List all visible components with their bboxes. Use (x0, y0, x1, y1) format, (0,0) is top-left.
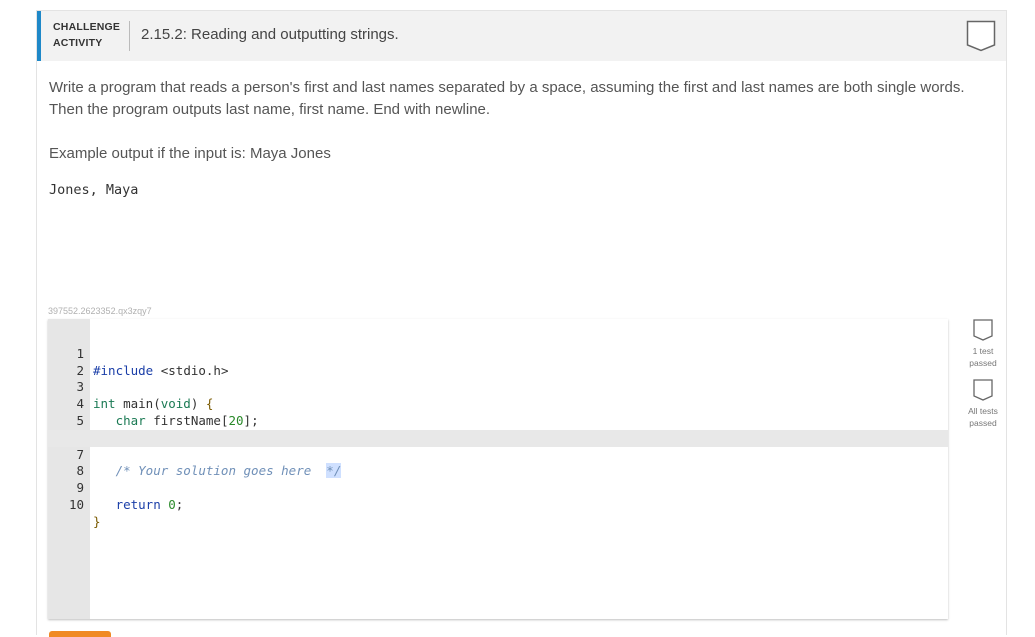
all-tests-status-label: All tests (968, 406, 998, 416)
test-status-panel: 1 test passed All tests passed (961, 319, 1005, 439)
line-number: 10 (68, 496, 84, 512)
code-line-active[interactable]: 7 /* Your solution goes here */ (48, 429, 948, 479)
code-lines[interactable]: 1 #include <stdio.h> 2 3 int main(void) … (48, 329, 948, 529)
code-id: 397552.2623352.qx3zqy7 (48, 306, 152, 316)
test-status-label: 1 test (972, 346, 994, 356)
code-line[interactable]: 8 (48, 447, 948, 478)
code-line[interactable]: 1 #include <stdio.h> (48, 329, 948, 378)
example-label: Example output if the input is: Maya Jon… (49, 145, 331, 162)
test-status-icon (973, 319, 993, 341)
example-output: Jones, Maya (49, 182, 139, 198)
activity-header: CHALLENGE ACTIVITY 2.15.2: Reading and o… (37, 11, 1006, 61)
code-line[interactable]: 9 return 0; (48, 463, 948, 512)
code-line[interactable]: 3 int main(void) { (48, 363, 948, 411)
code-line[interactable]: 2 (48, 346, 948, 378)
code-text[interactable]: } (93, 514, 101, 531)
code-line[interactable]: 4 char firstName[20]; (48, 379, 948, 428)
code-line[interactable]: 10 } (48, 480, 948, 529)
all-tests-status-item: All tests passed (961, 379, 1005, 429)
test-status-label: passed (969, 358, 997, 368)
test-status-item: 1 test passed (961, 319, 1005, 369)
challenge-activity: CHALLENGE ACTIVITY 2.15.2: Reading and o… (36, 10, 1007, 637)
activity-type-badge: CHALLENGE ACTIVITY (53, 19, 127, 51)
problem-description: Write a program that reads a person's fi… (49, 79, 965, 118)
badge-line2: ACTIVITY (53, 37, 103, 49)
all-tests-status-icon (973, 379, 993, 401)
code-editor[interactable]: 1 #include <stdio.h> 2 3 int main(void) … (48, 319, 948, 619)
completion-status-icon (966, 20, 996, 52)
all-tests-status-label: passed (969, 418, 997, 428)
code-line[interactable]: 6 (48, 413, 948, 445)
badge-line1: CHALLENGE (53, 21, 121, 33)
activity-title: 2.15.2: Reading and outputting strings. (141, 26, 399, 43)
header-divider (129, 21, 130, 51)
instructions: Write a program that reads a person's fi… (49, 71, 984, 198)
code-line[interactable]: 5 char lastName[20]; (48, 396, 948, 445)
submit-button[interactable] (49, 631, 111, 637)
